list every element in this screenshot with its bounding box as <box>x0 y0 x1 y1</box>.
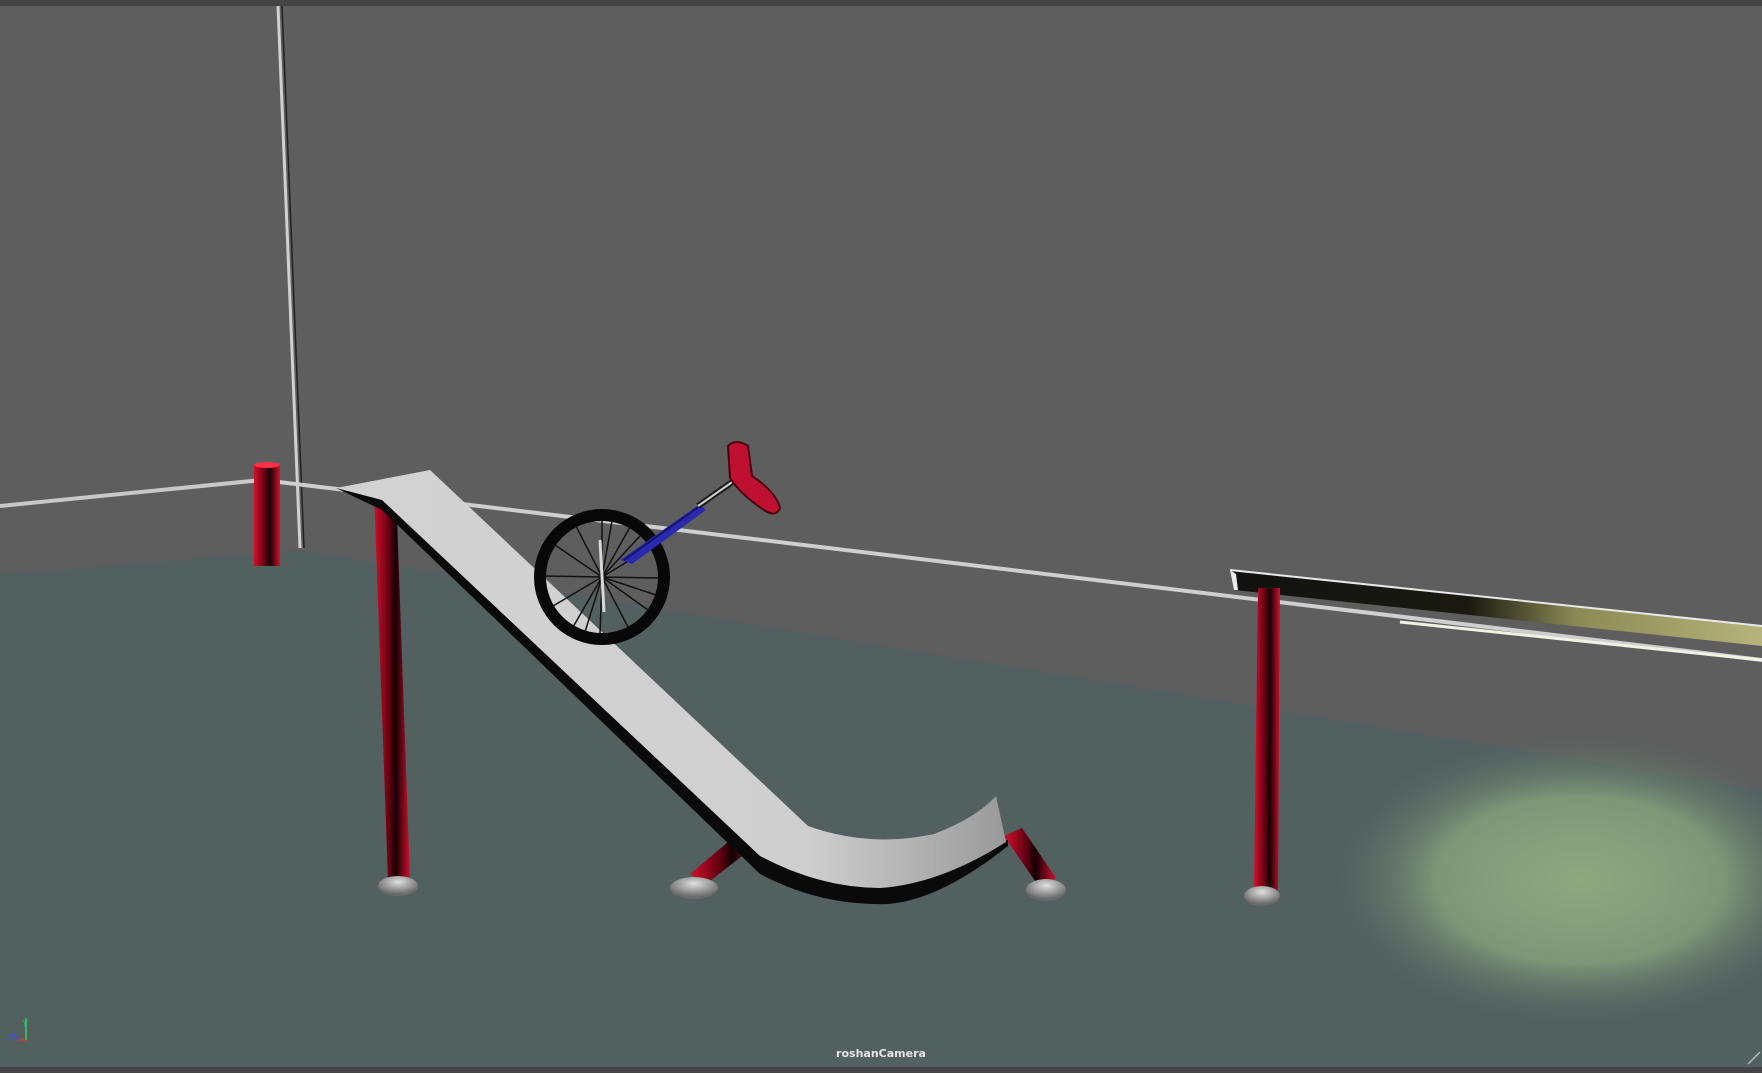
camera-viewport[interactable]: y z <box>0 6 1762 1067</box>
svg-text:y: y <box>23 1018 28 1027</box>
short-post[interactable] <box>254 462 280 566</box>
post-foot <box>378 876 418 896</box>
post-foot <box>1244 886 1280 906</box>
viewport-bottom-border <box>0 1067 1762 1073</box>
svg-text:z: z <box>8 1033 12 1042</box>
camera-name-label: roshanCamera <box>836 1047 926 1060</box>
